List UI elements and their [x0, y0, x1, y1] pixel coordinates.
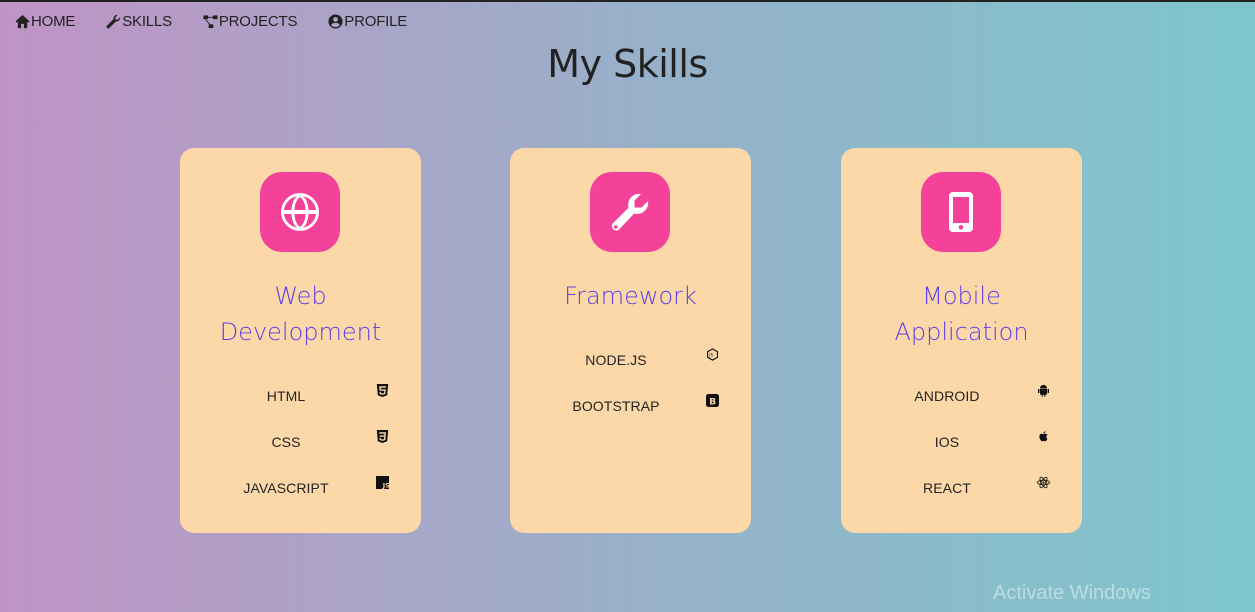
top-nav: HOME SKILLS PROJECTS PROFILE	[15, 13, 438, 30]
wrench-icon	[611, 193, 649, 231]
skill-name: CSS	[271, 434, 301, 450]
project-diagram-icon	[203, 15, 218, 29]
skill-card-mobile-application: Mobile Application ANDROID IOS REACT	[841, 148, 1082, 533]
apple-icon	[1037, 430, 1050, 443]
nav-item-home[interactable]: HOME	[15, 13, 75, 30]
skill-name: ANDROID	[914, 388, 980, 404]
bootstrap-icon: B	[706, 394, 719, 407]
skill-row-html: HTML	[180, 378, 421, 424]
skill-row-javascript: JAVASCRIPT JS	[180, 470, 421, 516]
card-title: Framework	[564, 282, 697, 310]
skill-name: BOOTSTRAP	[572, 398, 660, 414]
android-icon	[1037, 384, 1050, 397]
react-icon	[1037, 476, 1050, 489]
html5-icon	[376, 384, 389, 397]
globe-icon	[281, 193, 319, 231]
skill-list: NODE.JS JS BOOTSTRAP B	[510, 342, 751, 434]
card-icon-badge	[590, 172, 670, 252]
mobile-phone-icon	[949, 192, 973, 232]
nav-item-home-label: HOME	[31, 13, 76, 30]
skill-row-ios: IOS	[841, 424, 1082, 470]
nav-item-projects-label: PROJECTS	[218, 13, 298, 30]
wrench-icon	[106, 14, 121, 29]
user-circle-icon	[328, 14, 343, 29]
nav-item-projects[interactable]: PROJECTS	[203, 13, 297, 30]
skill-name: JAVASCRIPT	[243, 480, 329, 496]
page-title: My Skills	[547, 42, 708, 86]
skill-list: ANDROID IOS REACT	[841, 378, 1082, 516]
skill-row-react: REACT	[841, 470, 1082, 516]
nav-item-profile-label: PROFILE	[344, 13, 408, 30]
card-title: Mobile Application	[894, 282, 1029, 346]
card-icon-badge	[921, 172, 1001, 252]
skill-card-framework: Framework NODE.JS JS BOOTSTRAP B	[510, 148, 751, 533]
js-icon: JS	[376, 476, 390, 490]
svg-text:JS: JS	[708, 353, 713, 358]
skill-name: NODE.JS	[585, 352, 647, 368]
card-title: Web Development	[219, 282, 382, 346]
card-icon-badge	[260, 172, 340, 252]
nav-item-skills[interactable]: SKILLS	[106, 13, 172, 30]
skill-name: HTML	[266, 388, 306, 404]
home-icon	[15, 14, 30, 29]
svg-text:B: B	[709, 397, 716, 407]
skill-row-bootstrap: BOOTSTRAP B	[510, 388, 751, 434]
nodejs-icon: JS	[706, 348, 719, 361]
skill-card-web-development: Web Development HTML CSS JAVASCRIPT JS	[180, 148, 421, 533]
svg-text:JS: JS	[382, 482, 389, 489]
nav-item-profile[interactable]: PROFILE	[328, 13, 407, 30]
skill-row-nodejs: NODE.JS JS	[510, 342, 751, 388]
css3-icon	[376, 430, 389, 443]
nav-item-skills-label: SKILLS	[122, 13, 172, 30]
skill-name: IOS	[934, 434, 960, 450]
skill-row-css: CSS	[180, 424, 421, 470]
skill-list: HTML CSS JAVASCRIPT JS	[180, 378, 421, 516]
skill-name: REACT	[923, 480, 971, 496]
windows-activation-watermark: Activate Windows	[993, 582, 1151, 604]
skill-row-android: ANDROID	[841, 378, 1082, 424]
